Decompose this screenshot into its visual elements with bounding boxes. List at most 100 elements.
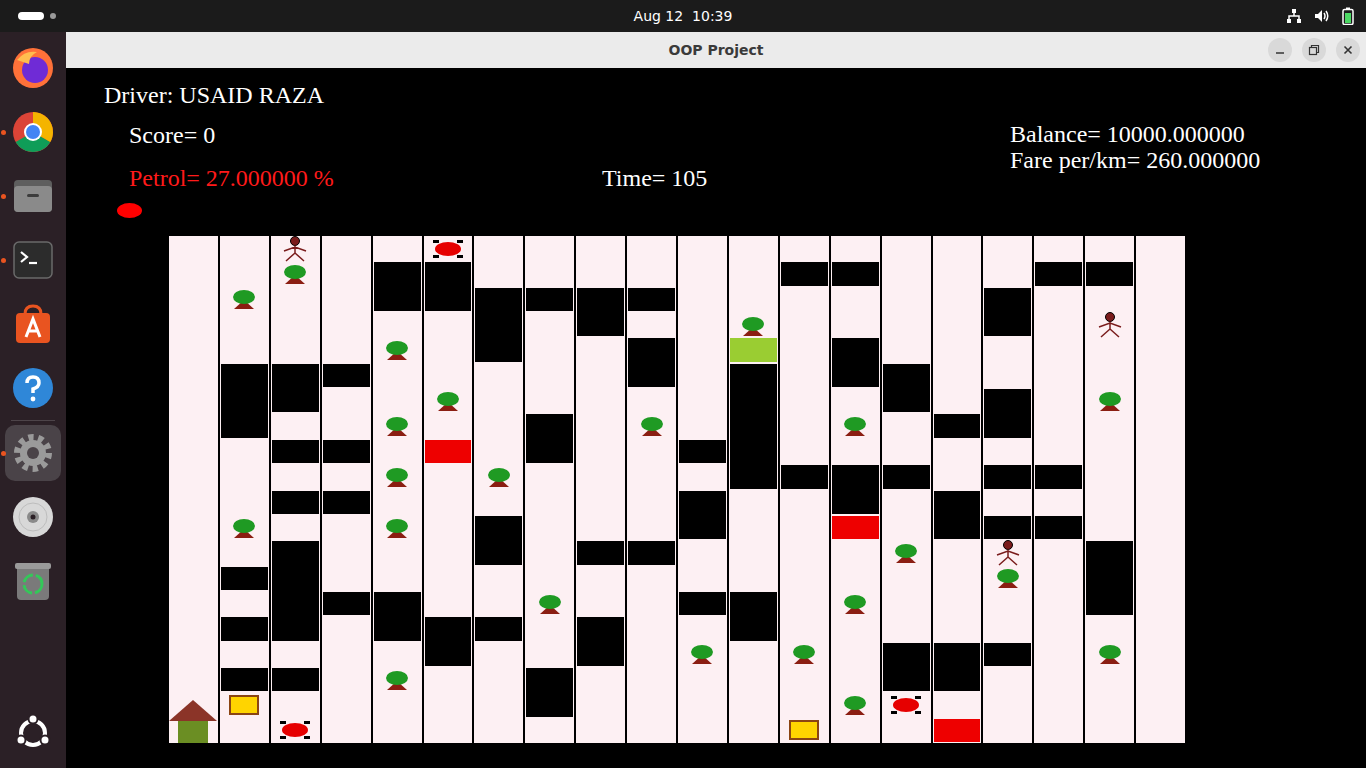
close-icon	[1342, 44, 1354, 56]
help-icon	[11, 366, 55, 410]
tree-icon	[384, 415, 410, 437]
volume-icon	[1314, 8, 1330, 24]
dock-item[interactable]	[5, 360, 61, 416]
show-apps-button[interactable]	[5, 705, 61, 761]
car-icon	[423, 236, 474, 261]
building	[679, 440, 726, 463]
road-lane	[270, 236, 321, 743]
dock-item[interactable]	[5, 232, 61, 288]
home-icon	[168, 699, 218, 743]
car-icon	[888, 696, 924, 714]
building	[221, 567, 268, 590]
building	[730, 592, 777, 641]
building	[577, 617, 624, 666]
app-window: OOP ProjectDriver: USAID RAZAScore= 0Pet…	[66, 32, 1366, 768]
tree-icon	[677, 642, 728, 667]
passenger-icon[interactable]	[270, 236, 321, 261]
window-title: OOP Project	[668, 42, 763, 58]
minimize-button[interactable]	[1268, 38, 1292, 62]
restore-icon	[1308, 44, 1320, 56]
road-lane	[372, 236, 423, 743]
files-icon	[11, 174, 55, 218]
tree-icon	[1097, 643, 1123, 665]
settings-icon	[11, 431, 55, 475]
close-button[interactable]	[1336, 38, 1360, 62]
ubuntu-icon	[13, 713, 53, 753]
building	[1035, 262, 1082, 285]
appcenter-icon	[11, 302, 55, 346]
building	[934, 414, 981, 437]
road-lane	[1135, 236, 1186, 743]
road-lane	[219, 236, 270, 743]
help-icon	[11, 366, 55, 410]
game-board	[168, 236, 1186, 743]
tree-icon	[486, 466, 512, 488]
terminal-icon	[11, 238, 55, 282]
disc-icon	[11, 495, 55, 539]
tree-icon	[384, 669, 410, 691]
passenger-icon[interactable]	[982, 540, 1033, 565]
building	[730, 364, 777, 489]
building	[883, 643, 930, 692]
building	[323, 364, 370, 387]
road-lane	[423, 236, 474, 743]
building	[984, 643, 1031, 666]
building	[425, 262, 472, 311]
system-tray[interactable]	[740, 7, 1366, 25]
hud-middle: Time= 105	[602, 121, 1010, 192]
dock-item[interactable]	[5, 104, 61, 160]
time-label: Time= 105	[602, 164, 1010, 192]
tree-icon	[830, 591, 881, 616]
dock-item[interactable]	[5, 425, 61, 481]
chrome-icon	[11, 110, 55, 154]
close-icon	[1342, 44, 1354, 56]
building	[221, 617, 268, 640]
building	[221, 668, 268, 691]
tree-icon	[1084, 642, 1135, 667]
building	[883, 465, 930, 488]
building	[984, 465, 1031, 488]
passenger-icon	[994, 540, 1022, 566]
building	[577, 541, 624, 564]
destination[interactable]	[730, 338, 777, 361]
tree-icon	[435, 390, 461, 412]
building	[832, 465, 879, 514]
maximize-button[interactable]	[1302, 38, 1326, 62]
passenger-icon	[1096, 312, 1124, 338]
car-icon	[270, 718, 321, 743]
chrome-icon	[11, 110, 55, 154]
activities[interactable]	[0, 12, 626, 20]
road-lane	[1033, 236, 1084, 743]
fuel-station-icon	[789, 720, 819, 740]
building	[984, 389, 1031, 438]
tree-icon	[791, 643, 817, 665]
tree-icon	[842, 593, 868, 615]
dock-item[interactable]	[5, 489, 61, 545]
network-icon	[1286, 8, 1302, 24]
tree-icon	[995, 567, 1021, 589]
building	[475, 617, 522, 640]
building	[577, 288, 624, 337]
dock-item[interactable]	[5, 553, 61, 609]
tree-icon	[842, 694, 868, 716]
tree-icon	[384, 339, 410, 361]
top-bar: Aug 12 10:39	[0, 0, 1366, 32]
tree-icon	[270, 261, 321, 286]
building	[679, 592, 726, 615]
dock-item[interactable]	[5, 40, 61, 96]
balance-label: Balance= 10000.000000	[1010, 121, 1366, 147]
building	[1035, 465, 1082, 488]
fuel-station-icon	[779, 718, 830, 743]
roadblock	[425, 440, 472, 463]
appcenter-icon	[11, 302, 55, 346]
tree-icon	[231, 288, 257, 310]
tree-icon	[219, 515, 270, 540]
passenger-icon[interactable]	[1084, 312, 1135, 337]
car-icon	[277, 721, 313, 739]
fuel-station-icon	[219, 692, 270, 717]
dock-item[interactable]	[5, 296, 61, 352]
dock-item[interactable]	[5, 168, 61, 224]
roadblock	[832, 516, 879, 539]
fare-label: Fare per/km= 260.000000	[1010, 147, 1366, 173]
tree-icon	[893, 542, 919, 564]
